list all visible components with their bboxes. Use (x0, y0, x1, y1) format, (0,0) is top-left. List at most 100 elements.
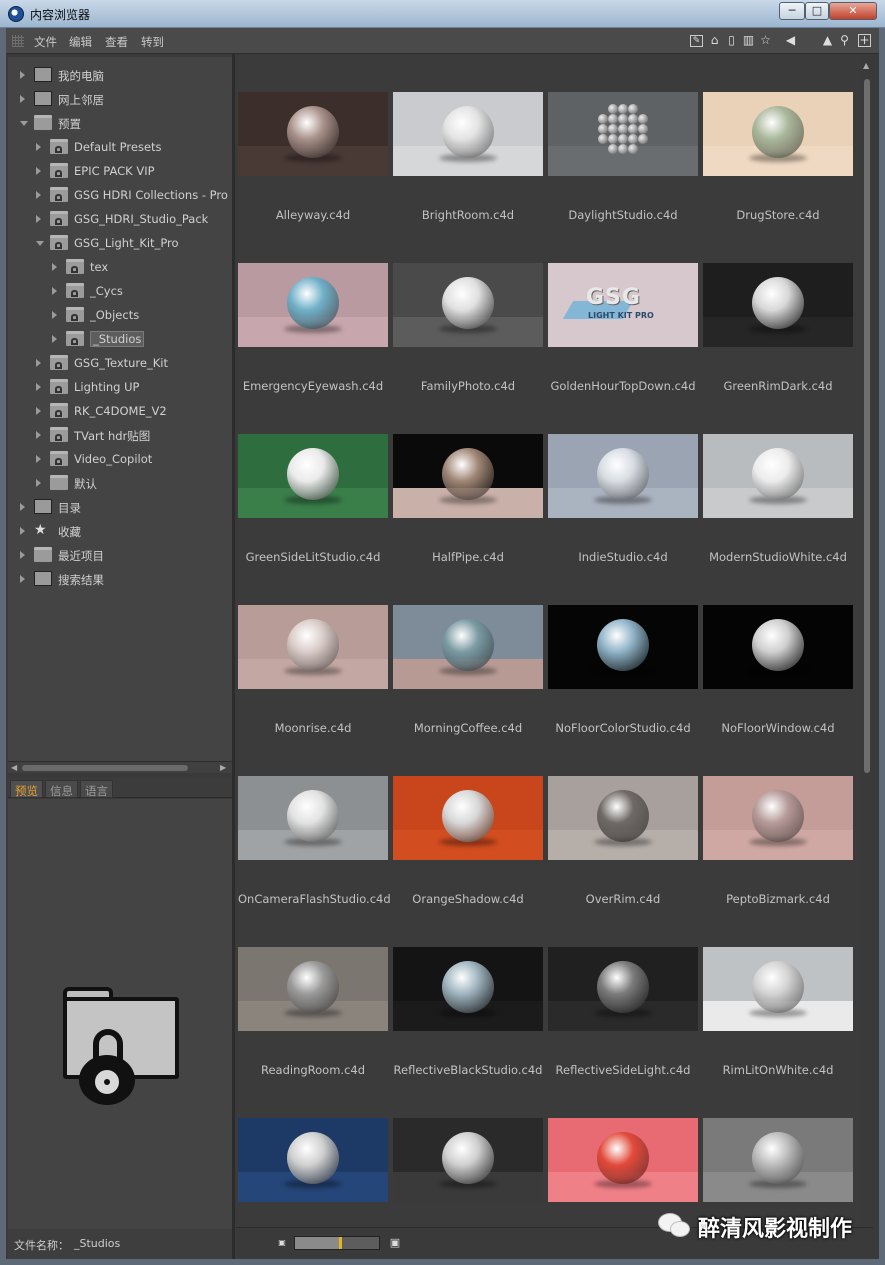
tree-item[interactable]: TVart hdr贴图 (8, 425, 232, 445)
tree-item[interactable]: _Cycs (8, 281, 232, 301)
scroll-up-icon[interactable]: ▲ (863, 61, 869, 70)
thumbnail-item[interactable]: OrangeShadow.c4d (393, 776, 543, 926)
expand-icon[interactable] (20, 503, 25, 511)
tree-item[interactable]: GSG_Light_Kit_Pro (8, 233, 232, 253)
thumbnail-item[interactable] (393, 1118, 543, 1227)
thumbnail-item[interactable]: Alleyway.c4d (238, 92, 388, 242)
expand-icon[interactable] (20, 71, 25, 79)
tree-item[interactable]: 搜索结果 (8, 569, 232, 589)
tree-item[interactable]: _Studios (8, 329, 232, 349)
large-thumbnail-icon[interactable]: ▣ (388, 1236, 402, 1249)
thumbnail-item[interactable]: ReflectiveBlackStudio.c4d (393, 947, 543, 1097)
expand-icon[interactable] (20, 551, 25, 559)
tree-item[interactable]: 最近项目 (8, 545, 232, 565)
thumbnail-size-slider[interactable] (294, 1236, 380, 1250)
thumbnail-item[interactable]: DaylightStudio.c4d (548, 92, 698, 242)
thumbnail-item[interactable]: ModernStudioWhite.c4d (703, 434, 853, 584)
thumbnail-item[interactable]: IndieStudio.c4d (548, 434, 698, 584)
thumbnail-item[interactable]: GSG LIGHT KIT PRO GoldenHourTopDown.c4d (548, 263, 698, 413)
expand-icon[interactable] (36, 383, 41, 391)
scroll-right-icon[interactable]: ▶ (220, 763, 226, 772)
tree-item[interactable]: GSG HDRI Collections - Pro St (8, 185, 232, 205)
thumbnail-item[interactable]: GreenRimDark.c4d (703, 263, 853, 413)
tree-item[interactable]: GSG_HDRI_Studio_Pack (8, 209, 232, 229)
search-icon[interactable]: ⚲ (837, 33, 852, 48)
book-icon[interactable]: ▥ (741, 33, 756, 48)
tree-item[interactable]: _Objects (8, 305, 232, 325)
expand-icon[interactable] (36, 407, 41, 415)
grip-handle-icon[interactable] (12, 35, 24, 47)
thumbnail-item[interactable]: FamilyPhoto.c4d (393, 263, 543, 413)
tab-language[interactable]: 语言 (80, 780, 113, 798)
tree-item[interactable]: tex (8, 257, 232, 277)
expand-icon[interactable] (20, 575, 25, 583)
up-arrow-icon[interactable]: ▲ (820, 33, 835, 48)
slider-handle[interactable] (339, 1237, 342, 1249)
maximize-button[interactable]: □ (805, 2, 829, 20)
small-thumbnail-icon[interactable]: ▣ (277, 1238, 287, 1248)
thumbnail-item[interactable] (238, 1118, 388, 1227)
expand-icon[interactable] (52, 287, 57, 295)
thumbnail-item[interactable]: ReadingRoom.c4d (238, 947, 388, 1097)
home-icon[interactable]: ⌂ (707, 33, 722, 48)
expand-icon[interactable] (36, 479, 41, 487)
menu-edit[interactable]: 编辑 (69, 34, 92, 50)
expand-icon[interactable] (36, 359, 41, 367)
menu-file[interactable]: 文件 (34, 34, 57, 50)
expand-icon[interactable] (36, 191, 41, 199)
thumbnail-item[interactable]: EmergencyEyewash.c4d (238, 263, 388, 413)
star-icon[interactable]: ☆ (758, 33, 773, 48)
thumbnail-item[interactable]: MorningCoffee.c4d (393, 605, 543, 755)
thumbnail-item[interactable]: NoFloorWindow.c4d (703, 605, 853, 755)
tree-item[interactable]: EPIC PACK VIP (8, 161, 232, 181)
scrollbar-thumb[interactable] (864, 79, 870, 773)
tab-info[interactable]: 信息 (45, 780, 78, 798)
scroll-left-icon[interactable]: ◀ (11, 763, 17, 772)
thumbnail-item[interactable]: DrugStore.c4d (703, 92, 853, 242)
tree-item[interactable]: 网上邻居 (8, 89, 232, 109)
expand-icon[interactable] (20, 527, 25, 535)
close-button[interactable]: ✕ (829, 2, 877, 20)
expand-open-icon[interactable] (20, 121, 28, 126)
expand-icon[interactable] (36, 431, 41, 439)
expand-open-icon[interactable] (36, 241, 44, 246)
trash-icon[interactable]: ▯ (724, 33, 739, 48)
thumbnail-item[interactable]: OverRim.c4d (548, 776, 698, 926)
minimize-button[interactable]: ─ (779, 2, 805, 20)
thumbnail-item[interactable]: RimLitOnWhite.c4d (703, 947, 853, 1097)
thumbnail-item[interactable]: PeptoBizmark.c4d (703, 776, 853, 926)
panel-splitter[interactable] (232, 54, 235, 1259)
thumbnail-item[interactable]: NoFloorColorStudio.c4d (548, 605, 698, 755)
tree-item[interactable]: 预置 (8, 113, 232, 133)
thumbnail-item[interactable]: GreenSideLitStudio.c4d (238, 434, 388, 584)
tab-preview[interactable]: 预览 (10, 780, 43, 798)
tree-item[interactable]: 默认 (8, 473, 232, 493)
expand-icon[interactable] (20, 95, 25, 103)
tree-item[interactable]: 我的电脑 (8, 65, 232, 85)
thumbnail-item[interactable]: BrightRoom.c4d (393, 92, 543, 242)
menu-view[interactable]: 查看 (105, 34, 128, 50)
expand-icon[interactable] (36, 167, 41, 175)
thumbnail-item[interactable]: ReflectiveSideLight.c4d (548, 947, 698, 1097)
add-icon[interactable]: + (858, 34, 871, 47)
thumbnail-item[interactable]: HalfPipe.c4d (393, 434, 543, 584)
back-arrow-icon[interactable]: ◀ (783, 33, 798, 48)
expand-icon[interactable] (36, 455, 41, 463)
tree-item[interactable]: 目录 (8, 497, 232, 517)
tree-item[interactable]: Default Presets (8, 137, 232, 157)
expand-icon[interactable] (52, 335, 57, 343)
tree-item[interactable]: GSG_Texture_Kit (8, 353, 232, 373)
scrollbar-thumb[interactable] (22, 765, 188, 771)
thumbnail-item[interactable]: Moonrise.c4d (238, 605, 388, 755)
expand-icon[interactable] (36, 143, 41, 151)
tree-item[interactable]: RK_C4DOME_V2 (8, 401, 232, 421)
menu-goto[interactable]: 转到 (141, 34, 164, 50)
grid-vertical-scrollbar[interactable]: ▲ (861, 57, 873, 1227)
expand-icon[interactable] (52, 311, 57, 319)
tree-item[interactable]: ★ 收藏 (8, 521, 232, 541)
expand-icon[interactable] (36, 215, 41, 223)
edit-icon[interactable]: ✎ (690, 35, 703, 47)
thumbnail-item[interactable]: OnCameraFlashStudio.c4d (238, 776, 391, 926)
tree-item[interactable]: Video_Copilot (8, 449, 232, 469)
tree-item[interactable]: Lighting UP (8, 377, 232, 397)
